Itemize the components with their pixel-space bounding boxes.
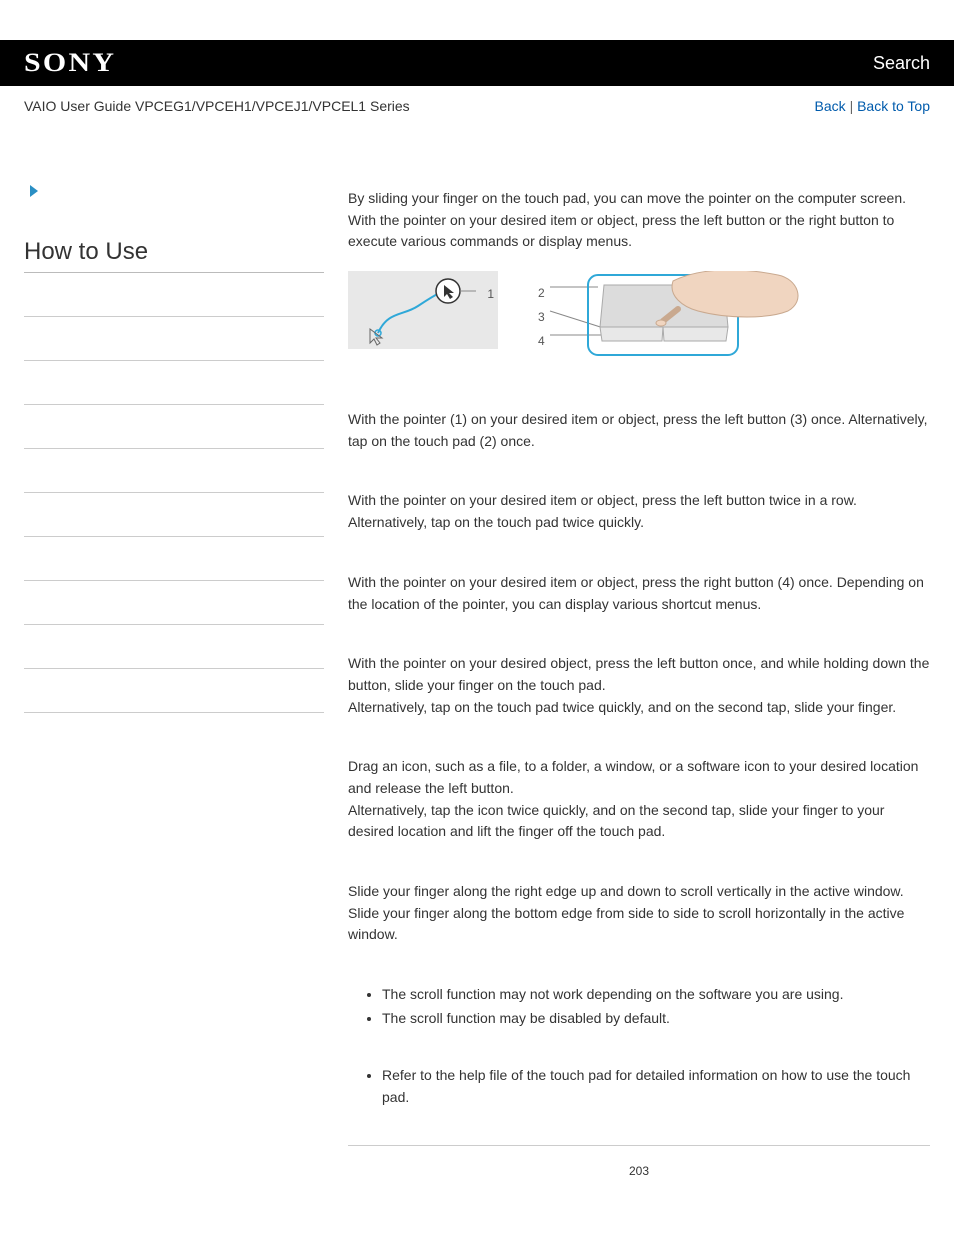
nav-item[interactable] [24,273,324,317]
notes-list-2: Refer to the help file of the touch pad … [348,1065,930,1108]
nav-item[interactable] [24,537,324,581]
search-link[interactable]: Search [873,53,930,74]
nav-item[interactable] [24,405,324,449]
nav-items [24,273,324,713]
diagram-pointer: 1 [348,271,498,349]
notes-list-1: The scroll function may not work dependi… [348,984,930,1029]
sidebar: How to Use [24,184,324,1218]
sony-logo: SONY [24,48,116,78]
nav-item[interactable] [24,361,324,405]
paragraph-right-click: With the pointer on your desired item or… [348,572,930,615]
callout-3: 3 [538,305,545,329]
divider [348,1145,930,1146]
nav-item[interactable] [24,317,324,361]
subheader: VAIO User Guide VPCEG1/VPCEH1/VPCEJ1/VPC… [0,86,954,124]
callout-4: 4 [538,329,545,353]
note-item: The scroll function may not work dependi… [382,984,930,1006]
main-content: By sliding your finger on the touch pad,… [348,184,930,1218]
paragraph-drag-drop: Drag an icon, such as a file, to a folde… [348,756,930,843]
diagrams: 1 2 3 4 [348,271,930,367]
separator: | [850,98,858,114]
intro-paragraph: By sliding your finger on the touch pad,… [348,188,930,253]
callout-column: 2 3 4 [538,281,545,353]
nav-item[interactable] [24,581,324,625]
note-item: The scroll function may be disabled by d… [382,1008,930,1030]
chevron-right-icon[interactable] [24,184,324,198]
nav-item[interactable] [24,449,324,493]
paragraph-drag: With the pointer on your desired object,… [348,653,930,718]
paragraph-double-click: With the pointer on your desired item or… [348,490,930,533]
header-bar: SONY Search [0,40,954,86]
back-to-top-link[interactable]: Back to Top [857,98,930,114]
nav-item[interactable] [24,669,324,713]
back-link[interactable]: Back [815,98,846,114]
callout-2: 2 [538,281,545,305]
diagram-touchpad: 2 3 4 [528,271,808,367]
nav-item[interactable] [24,625,324,669]
paragraph-scroll: Slide your finger along the right edge u… [348,881,930,946]
sidebar-heading: How to Use [24,238,324,273]
guide-title: VAIO User Guide VPCEG1/VPCEH1/VPCEJ1/VPC… [24,98,410,114]
nav-item[interactable] [24,493,324,537]
page-number: 203 [348,1160,930,1218]
content-wrap: How to Use By sliding your finger on the… [0,124,954,1218]
callout-1: 1 [487,287,494,301]
paragraph-click: With the pointer (1) on your desired ite… [348,409,930,452]
note-item: Refer to the help file of the touch pad … [382,1065,930,1108]
nav-links: Back | Back to Top [815,98,930,114]
